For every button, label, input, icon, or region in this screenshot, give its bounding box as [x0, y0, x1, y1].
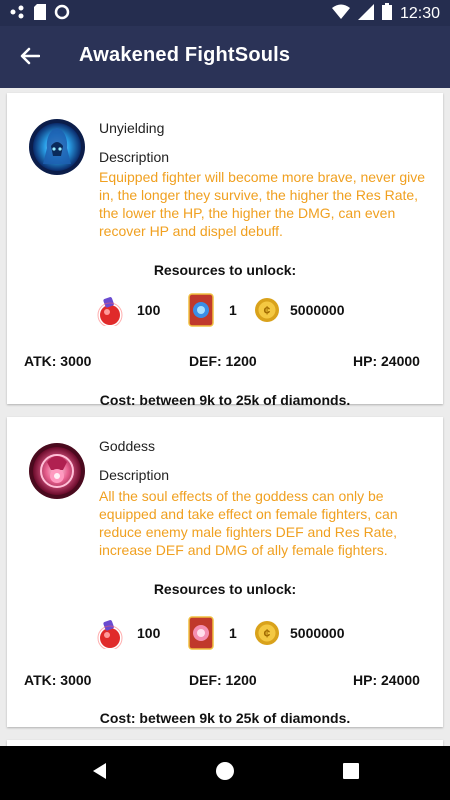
resource-gold: ¢ 5000000 — [254, 290, 345, 330]
resource-potion: 100 — [96, 613, 160, 653]
def-stat: DEF: 1200 — [189, 672, 257, 688]
sd-card-icon — [34, 4, 46, 25]
back-triangle-icon — [90, 761, 108, 786]
unyielding-soul-icon — [28, 118, 86, 176]
soul-list[interactable]: Unyielding Description Equipped fighter … — [0, 88, 450, 746]
description-text: All the soul effects of the goddess can … — [99, 488, 398, 558]
soul-name: Unyielding — [99, 120, 165, 136]
resource-value: 5000000 — [290, 302, 345, 318]
soul-card-unyielding[interactable]: Unyielding Description Equipped fighter … — [7, 93, 443, 408]
gold-coin-icon: ¢ — [254, 620, 280, 646]
potion-icon — [96, 617, 124, 651]
hp-stat: HP: 24000 — [353, 353, 420, 369]
resources-label: Resources to unlock: — [153, 581, 297, 597]
blue-card-icon — [187, 293, 215, 327]
hp-stat: HP: 24000 — [353, 672, 420, 688]
circle-icon — [54, 4, 70, 25]
resource-value: 100 — [137, 302, 161, 318]
soul-card-goddess[interactable]: Goddess Description All the soul effects… — [7, 417, 443, 727]
description-label: Description — [99, 467, 170, 483]
navigation-bar — [0, 746, 450, 800]
notification-dots-icon — [10, 5, 26, 24]
signal-icon — [357, 3, 374, 24]
resources-label: Resources to unlock: — [153, 262, 297, 278]
resource-value: 1 — [229, 625, 237, 641]
potion-icon — [96, 294, 124, 328]
atk-stat: ATK: 3000 — [24, 353, 92, 369]
svg-text:¢: ¢ — [264, 304, 271, 318]
soul-name: Goddess — [99, 438, 156, 454]
status-bar: 12:30 — [0, 0, 450, 26]
resource-value: 5000000 — [290, 625, 345, 641]
resources-row: 100 1 ¢ 5000000 — [7, 613, 443, 653]
recents-square-icon — [342, 762, 360, 785]
resource-card: 1 — [187, 613, 237, 653]
gold-coin-icon: ¢ — [254, 297, 280, 323]
pink-card-icon — [187, 616, 215, 650]
description-text: Equipped fighter will become more brave,… — [99, 169, 426, 239]
app-bar: Awakened FightSouls — [0, 26, 450, 88]
back-button[interactable] — [14, 42, 46, 74]
arrow-left-icon — [20, 47, 41, 70]
resource-card: 1 — [187, 290, 237, 330]
atk-stat: ATK: 3000 — [24, 672, 92, 688]
resource-value: 1 — [229, 302, 237, 318]
nav-recents-button[interactable] — [338, 760, 364, 786]
page-title: Awakened FightSouls — [79, 44, 291, 66]
def-stat: DEF: 1200 — [189, 353, 257, 369]
home-circle-icon — [215, 761, 235, 786]
cost-text: Cost: between 9k to 25k of diamonds. — [99, 392, 351, 408]
status-time: 12:30 — [399, 4, 440, 22]
description-label: Description — [99, 149, 170, 165]
nav-back-button[interactable] — [86, 760, 112, 786]
goddess-soul-icon — [28, 442, 86, 500]
cost-text: Cost: between 9k to 25k of diamonds. — [99, 710, 351, 726]
resource-value: 100 — [137, 625, 161, 641]
svg-text:¢: ¢ — [264, 627, 271, 641]
resource-potion: 100 — [96, 290, 160, 330]
battery-icon — [381, 3, 392, 24]
wifi-icon — [331, 4, 350, 24]
resources-row: 100 1 ¢ 5000000 — [7, 290, 443, 330]
nav-home-button[interactable] — [212, 760, 238, 786]
resource-gold: ¢ 5000000 — [254, 613, 345, 653]
